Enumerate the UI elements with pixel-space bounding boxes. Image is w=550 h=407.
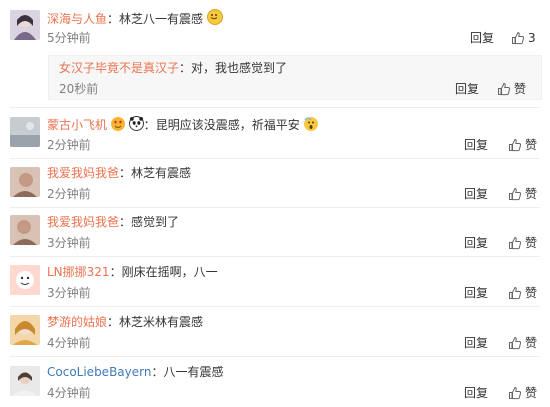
like-label: 赞 [525, 236, 538, 250]
thumbs-up-icon [509, 236, 522, 250]
like-label: 赞 [525, 187, 538, 201]
comment-username[interactable]: 梦游的姑娘 [47, 315, 107, 329]
sub-reply-username[interactable]: 女汉子毕竟不是真汉子 [59, 61, 179, 75]
reply-button[interactable]: 回复 [464, 335, 488, 351]
avatar[interactable] [10, 366, 40, 396]
reply-button[interactable]: 回复 [455, 81, 479, 97]
comment-username[interactable]: 我爱我妈我爸 [47, 166, 119, 180]
reply-button[interactable]: 回复 [464, 186, 488, 202]
like-label: 赞 [525, 286, 538, 300]
reply-button[interactable]: 回复 [464, 385, 488, 401]
thumbs-up-icon [512, 31, 525, 45]
like-button[interactable]: 赞 [508, 335, 537, 351]
comment-text: 林芝有震感 [131, 166, 192, 180]
avatar[interactable] [10, 10, 40, 40]
comment-text: 刚床在摇啊，八一 [121, 265, 218, 279]
like-button[interactable]: 赞 [497, 81, 526, 97]
comment-username[interactable]: LN挪挪321 [47, 265, 110, 279]
comment-text: 林芝米林有震感 [119, 315, 204, 329]
like-button[interactable]: 赞 [508, 385, 537, 401]
thumbs-up-icon [509, 286, 522, 300]
heart-eyes-emoji [110, 117, 125, 131]
like-button[interactable]: 3 [511, 30, 536, 46]
like-label: 赞 [525, 386, 538, 400]
avatar[interactable] [10, 167, 40, 197]
avatar[interactable] [10, 117, 40, 147]
thumbs-up-icon [509, 187, 522, 201]
comment-time: 2分钟前 [47, 138, 91, 152]
reply-button[interactable]: 回复 [464, 285, 488, 301]
comment-username[interactable]: 蒙古小飞机 [47, 118, 107, 132]
thumbs-up-icon [509, 138, 522, 152]
divider [10, 356, 540, 357]
comment-text: 感觉到了 [131, 215, 180, 229]
avatar[interactable] [10, 215, 40, 245]
like-label: 赞 [525, 336, 538, 350]
like-button[interactable]: 赞 [508, 285, 537, 301]
divider [10, 158, 540, 159]
divider [10, 107, 540, 108]
scared-emoji [303, 117, 318, 131]
like-count: 3 [528, 31, 536, 45]
comment-time: 4分钟前 [47, 336, 91, 350]
sub-reply-text: 对，我也感觉到了 [191, 61, 288, 75]
panda-emoji [128, 116, 144, 131]
comment-time: 3分钟前 [47, 286, 91, 300]
like-button[interactable]: 赞 [508, 235, 537, 251]
thumbs-up-icon [509, 336, 522, 350]
reply-button[interactable]: 回复 [470, 30, 494, 46]
comment-text: 林芝八一有震感 [119, 12, 204, 26]
avatar[interactable] [10, 315, 40, 345]
comment-time: 3分钟前 [47, 236, 91, 250]
sub-reply-time: 20秒前 [59, 82, 99, 96]
avatar[interactable] [10, 265, 40, 295]
comment-username[interactable]: 深海与人鱼 [47, 12, 107, 26]
like-button[interactable]: 赞 [508, 186, 537, 202]
comment-username[interactable]: 我爱我妈我爸 [47, 215, 119, 229]
comment-text: 昆明应该没震感，祈福平安 [155, 118, 300, 132]
thumbs-up-icon [498, 82, 511, 96]
comment-time: 4分钟前 [47, 386, 91, 400]
comment-time: 5分钟前 [47, 31, 91, 45]
comment-text: 八一有震感 [163, 365, 224, 379]
smile-emoji [206, 9, 223, 25]
reply-button[interactable]: 回复 [464, 137, 488, 153]
comment-time: 2分钟前 [47, 187, 91, 201]
divider [10, 207, 540, 208]
like-label: 赞 [514, 82, 527, 96]
sub-reply-box: 女汉子毕竟不是真汉子：对，我也感觉到了 20秒前 回复 赞 [48, 55, 542, 100]
thumbs-up-icon [509, 386, 522, 400]
like-button[interactable]: 赞 [508, 137, 537, 153]
like-label: 赞 [525, 138, 538, 152]
reply-button[interactable]: 回复 [464, 235, 488, 251]
comment-username[interactable]: CocoLiebeBayern [47, 365, 151, 379]
divider [10, 306, 540, 307]
divider [10, 256, 540, 257]
